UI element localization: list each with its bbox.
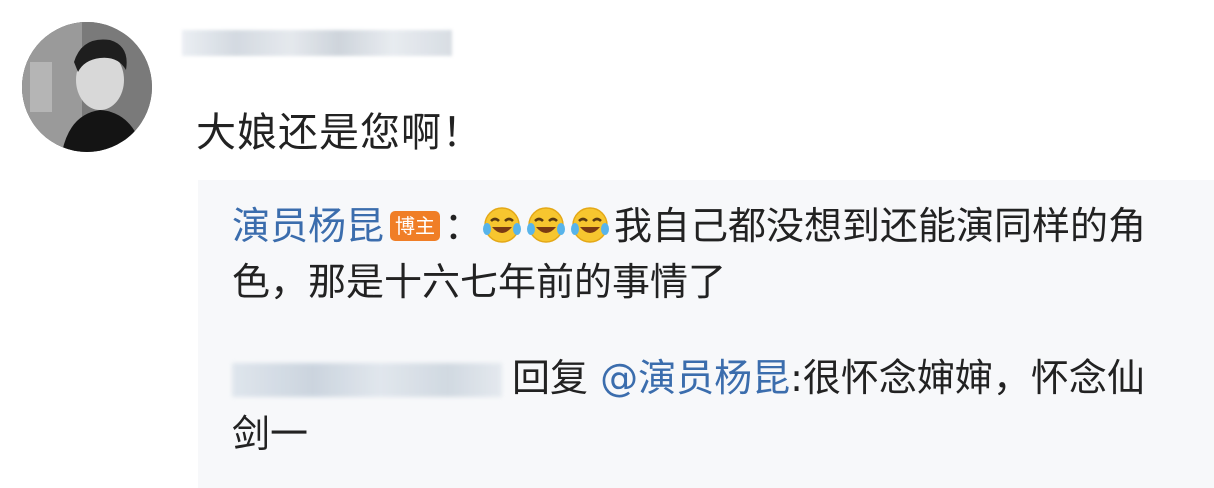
reply-action: 回复 (512, 356, 589, 400)
laughing-crying-emoji-icon (526, 204, 566, 244)
blogger-badge: 博主 (390, 211, 441, 241)
blurred-username (182, 30, 452, 56)
user-avatar[interactable] (22, 22, 152, 152)
mention-link[interactable]: @演员杨昆 (600, 356, 790, 400)
blurred-username (232, 363, 502, 397)
reply-item: 演员杨昆 博主：我自己都没想到还能演同样的角色，那是十六七年前的事情了 (232, 198, 1162, 310)
reply-item: 回复 @演员杨昆:很怀念婶婶，怀念仙剑一 (232, 350, 1162, 462)
reply-author-link[interactable]: 演员杨昆 (232, 204, 384, 248)
reply-separator: ： (444, 204, 483, 248)
laughing-crying-emoji-icon (570, 204, 610, 244)
comment-text: 大娘还是您啊！ (196, 110, 483, 156)
reply-thread: 演员杨昆 博主：我自己都没想到还能演同样的角色，那是十六七年前的事情了 回复 @演… (198, 180, 1214, 488)
laughing-crying-emoji-icon (482, 204, 522, 244)
